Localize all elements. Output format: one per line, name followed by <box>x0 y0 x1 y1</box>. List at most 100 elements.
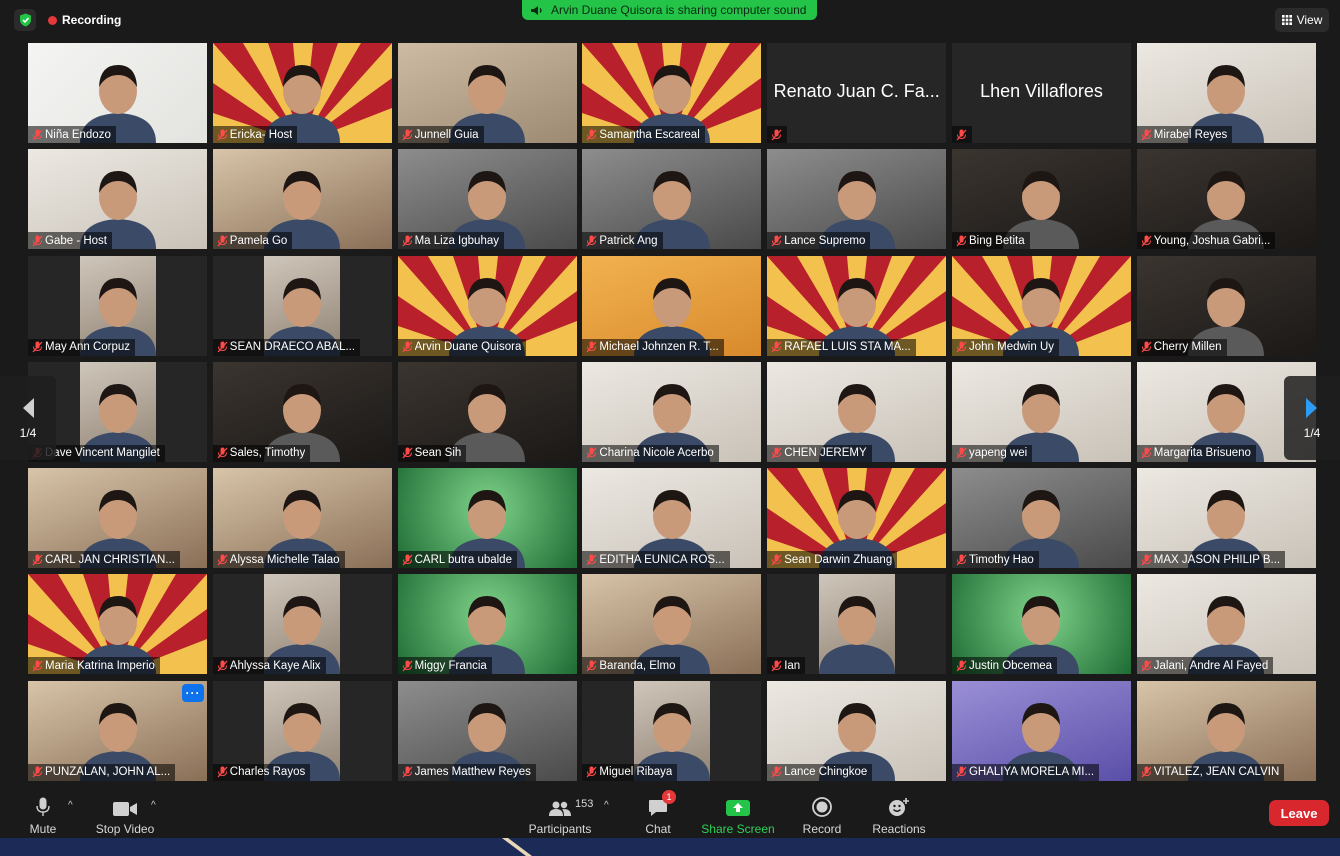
recording-indicator[interactable]: Recording <box>44 9 125 31</box>
mute-label: Mute <box>29 822 57 836</box>
next-page-button[interactable]: 1/4 <box>1284 376 1340 460</box>
participants-caret-icon[interactable]: ^ <box>604 800 609 811</box>
muted-microphone-icon <box>1141 341 1152 353</box>
reactions-label: Reactions <box>872 822 926 836</box>
muted-microphone-icon <box>1141 129 1152 140</box>
participant-tile[interactable]: Young, Joshua Gabri... <box>1136 149 1316 250</box>
muted-microphone-icon <box>217 554 228 566</box>
participant-tile[interactable]: RAFAEL LUIS STA MA... <box>767 255 947 356</box>
sharing-sound-banner[interactable]: Arvin Duane Quisora is sharing computer … <box>522 0 817 20</box>
participant-name: Sean Sih <box>414 447 462 460</box>
participant-tile[interactable]: ··· PUNZALAN, JOHN AL... <box>28 680 207 781</box>
participant-tile[interactable]: Gabe - Host <box>28 149 207 250</box>
participant-tile[interactable]: Charina Nicole Acerbo <box>582 361 762 462</box>
record-button[interactable]: Record <box>800 792 844 836</box>
reactions-button[interactable]: Reactions <box>870 792 928 836</box>
participant-tile[interactable]: SEAN DRAECO ABAL... <box>212 255 392 356</box>
participant-tile[interactable]: Patrick Ang <box>582 149 762 250</box>
muted-microphone-icon <box>956 766 967 778</box>
participant-tile[interactable]: Baranda, Elmo <box>582 574 762 675</box>
participant-tile[interactable]: Lhen Villaflores <box>951 43 1131 143</box>
participant-tile[interactable]: Niña Endozo <box>28 43 207 143</box>
participant-tile[interactable]: Lance Chingkoe <box>767 680 947 781</box>
participant-name: RAFAEL LUIS STA MA... <box>784 341 911 354</box>
participant-tile[interactable]: GHALIYA MORELA MI... <box>951 680 1131 781</box>
participant-tile[interactable]: Miguel Ribaya <box>582 680 762 781</box>
participant-tile[interactable]: Timothy Hao <box>951 468 1131 569</box>
participant-tile[interactable]: CARL JAN CHRISTIAN... <box>28 468 207 569</box>
participant-name-tag <box>767 126 788 143</box>
more-options-button[interactable]: ··· <box>182 683 204 702</box>
muted-microphone-icon <box>402 554 413 566</box>
previous-page-button[interactable]: 1/4 <box>0 376 56 460</box>
participant-name-tag: Gabe - Host <box>28 232 112 250</box>
participant-tile[interactable]: EDITHA EUNICA ROS... <box>582 468 762 569</box>
share-screen-button[interactable]: Share Screen <box>700 792 776 836</box>
participant-tile[interactable]: John Medwin Uy <box>951 255 1131 356</box>
participant-tile[interactable]: May Ann Corpuz <box>28 255 207 356</box>
participant-tile[interactable]: VITALEZ, JEAN CALVIN <box>1136 680 1316 781</box>
participant-tile[interactable]: Alyssa Michelle Talao <box>212 468 392 569</box>
participant-tile[interactable]: Arvin Duane Quisora <box>397 255 577 356</box>
chat-unread-badge: 1 <box>662 790 676 804</box>
participant-tile[interactable]: Sales, Timothy <box>212 361 392 462</box>
participant-tile[interactable]: MAX JASON PHILIP B... <box>1136 468 1316 569</box>
participant-tile[interactable]: Miggy Francia <box>397 574 577 675</box>
gallery-grid: Niña Endozo Ericka- Host Junnell Guia Saman… <box>28 43 1316 781</box>
participant-name-tag: MAX JASON PHILIP B... <box>1136 551 1286 569</box>
participant-tile[interactable]: Sean Sih <box>397 361 577 462</box>
participant-name-tag <box>951 126 972 143</box>
participant-tile[interactable]: Ian <box>767 574 947 675</box>
participant-tile[interactable]: Sean Darwin Zhuang <box>767 468 947 569</box>
view-label: View <box>1296 13 1323 27</box>
participant-tile[interactable]: Bing Betita <box>951 149 1131 250</box>
leave-button[interactable]: Leave <box>1269 800 1329 826</box>
mute-button[interactable]: Mute <box>24 792 62 836</box>
participant-tile[interactable]: Michael Johnzen R. T... <box>582 255 762 356</box>
participant-name-tag: Lance Chingkoe <box>767 763 873 781</box>
participant-tile[interactable]: Mirabel Reyes <box>1136 43 1316 143</box>
muted-microphone-icon <box>32 235 43 247</box>
participant-name-tag: Justin Obcemea <box>951 657 1058 675</box>
video-options-caret-icon[interactable]: ^ <box>151 800 156 811</box>
security-shield-icon[interactable] <box>14 9 36 31</box>
participant-tile[interactable]: Jalani, Andre Al Fayed <box>1136 574 1316 675</box>
participant-tile[interactable]: yapeng wei <box>951 361 1131 462</box>
grid-view-icon <box>1281 15 1292 25</box>
participant-name: Timothy Hao <box>968 553 1034 566</box>
top-bar: Recording Arvin Duane Quisora is sharing… <box>0 0 1340 38</box>
participant-name: EDITHA EUNICA ROS... <box>599 553 725 566</box>
participant-name: VITALEZ, JEAN CALVIN <box>1153 766 1280 779</box>
participant-tile[interactable]: Justin Obcemea <box>951 574 1131 675</box>
participant-name-tag: EDITHA EUNICA ROS... <box>582 551 730 569</box>
participant-tile[interactable]: James Matthew Reyes <box>397 680 577 781</box>
participant-tile[interactable]: Pamela Go <box>212 149 392 250</box>
participant-tile[interactable]: CHEN JEREMY <box>767 361 947 462</box>
participants-icon <box>549 801 571 816</box>
participant-name-tag: Miguel Ribaya <box>582 763 678 781</box>
participant-tile[interactable]: Ma Liza Igbuhay <box>397 149 577 250</box>
participant-tile[interactable]: CARL butra ubalde <box>397 468 577 569</box>
participant-tile[interactable]: Renato Juan C. Fa... <box>767 43 947 143</box>
participant-tile[interactable]: Charles Rayos <box>212 680 392 781</box>
participant-name-tag: Sean Darwin Zhuang <box>767 551 898 569</box>
participant-tile[interactable]: Maria Katrina Imperio <box>28 574 207 675</box>
reactions-smiley-icon <box>889 798 909 816</box>
participant-tile[interactable]: Ericka- Host <box>212 43 392 143</box>
participant-name-tag: PUNZALAN, JOHN AL... <box>28 763 176 781</box>
microphone-icon <box>36 797 50 816</box>
stop-video-button[interactable]: Stop Video <box>92 792 158 836</box>
participant-name-tag: Ahlyssa Kaye Alix <box>212 657 326 675</box>
participant-tile[interactable]: Junnell Guia <box>397 43 577 143</box>
participant-tile[interactable]: Samantha Escareal <box>582 43 762 143</box>
view-button[interactable]: View <box>1275 8 1329 32</box>
audio-options-caret-icon[interactable]: ^ <box>68 800 73 811</box>
participant-tile[interactable]: Ahlyssa Kaye Alix <box>212 574 392 675</box>
participant-name-tag: Mirabel Reyes <box>1136 126 1233 143</box>
participant-name: Junnell Guia <box>414 128 479 141</box>
muted-microphone-icon <box>402 235 413 247</box>
page-indicator-right: 1/4 <box>1303 426 1321 440</box>
participant-tile[interactable]: Cherry Millen <box>1136 255 1316 356</box>
participant-tile[interactable]: Lance Supremo <box>767 149 947 250</box>
participant-name: Alyssa Michelle Talao <box>229 553 340 566</box>
